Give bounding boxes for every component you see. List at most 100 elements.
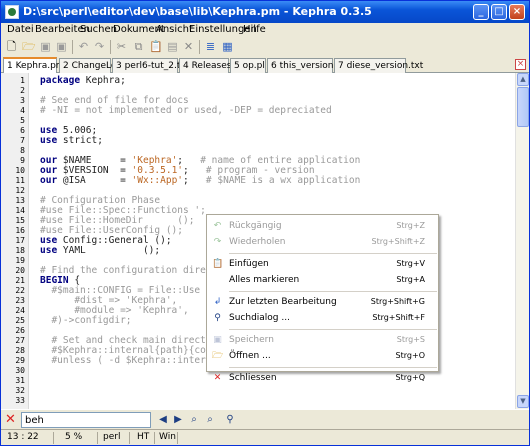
tab-op-pl[interactable]: 5 op.pl [230, 58, 266, 73]
menu-hilfe[interactable]: Hilfe [243, 24, 266, 35]
save-icon[interactable]: ▣ [39, 40, 52, 53]
line-number: 1 [20, 76, 25, 85]
document-tabs: 1 Kephra.pm 2 ChangeLog 3 perl6-tut_2.tx… [1, 57, 529, 73]
new-file-icon[interactable]: 🗋 [5, 40, 18, 53]
line-number: 26 [15, 326, 25, 335]
context-menu-item[interactable]: ✕ Schliessen Strg+Q [207, 371, 438, 387]
menu-item-label: Schliessen [229, 373, 277, 383]
line-number: 22 [15, 286, 25, 295]
menu-item-shortcut: Strg+Z [396, 221, 425, 230]
line-number: 10 [15, 166, 25, 175]
menu-separator [229, 329, 437, 330]
close-icon[interactable]: × [509, 4, 525, 20]
menu-item-shortcut: Strg+S [396, 335, 425, 344]
status-line-ending[interactable]: Win [159, 432, 176, 442]
line-number: 31 [15, 376, 25, 385]
code-token: package [40, 75, 86, 86]
status-syntax[interactable]: perl [103, 432, 120, 442]
toolbar: 🗋 🗁 ▣ ▣ ↶ ↷ ✂ ⧉ 📋 ▤ ✕ ≣ ▦ [1, 37, 529, 57]
context-menu-item[interactable]: ⚲ Suchdialog ... Strg+Shift+F [207, 311, 438, 327]
minimize-icon[interactable]: _ [473, 4, 489, 20]
menu-suchen[interactable]: Suchen [80, 24, 117, 35]
line-number: 33 [15, 396, 25, 405]
context-menu-item[interactable]: Alles markieren Strg+A [207, 273, 438, 289]
search-dialog-icon[interactable]: ⚲ [223, 413, 237, 427]
save-all-icon[interactable]: ▣ [55, 40, 68, 53]
redo-icon: ↷ [213, 237, 222, 247]
open-file-icon: 🗁 [212, 351, 224, 361]
find-last-icon[interactable]: ⌕ [203, 413, 217, 427]
menu-separator [229, 253, 437, 254]
tab-diese-version[interactable]: 7 diese_version.txt [334, 58, 423, 73]
code-token: # -NI = not implemented or used, -DEP = … [40, 105, 332, 116]
context-menu-item[interactable]: ▣ Speichern Strg+S [207, 333, 438, 349]
menu-item-shortcut: Strg+V [396, 259, 425, 268]
paste-icon[interactable]: 📋 [149, 40, 163, 53]
line-number: 5 [20, 116, 25, 125]
menu-item-label: Zur letzten Bearbeitung [229, 297, 337, 307]
scroll-up-icon[interactable]: ▲ [517, 73, 529, 86]
line-number: 2 [20, 86, 25, 95]
context-menu-item[interactable]: ↷ Wiederholen Strg+Shift+Z [207, 235, 438, 251]
title-bar[interactable]: D:\src\perl\editor\dev\base\lib\Kephra.p… [1, 1, 529, 23]
code-token: @ISA = [62, 175, 132, 186]
tab-releases[interactable]: 4 Releases [179, 58, 231, 73]
line-number: 19 [15, 256, 25, 265]
menu-item-shortcut: Strg+O [395, 351, 425, 360]
context-menu-item[interactable]: 🗁 Öffnen ... Strg+O [207, 349, 438, 365]
code-token: our [40, 175, 63, 186]
find-next-icon[interactable]: ▶ [171, 413, 185, 427]
line-number: 4 [20, 106, 25, 115]
scroll-thumb[interactable] [517, 87, 529, 127]
context-menu-item[interactable]: ↶ Rückgängig Strg+Z [207, 219, 438, 235]
menu-item-shortcut: Strg+Shift+G [370, 297, 425, 306]
search-icon: ⚲ [214, 313, 221, 323]
code-token: Kephra; [85, 75, 126, 86]
menu-ansicht[interactable]: Ansicht [156, 24, 193, 35]
goto-last-edit-icon: ↲ [213, 297, 222, 307]
close-tab-icon[interactable]: × [515, 59, 526, 70]
menu-item-label: Wiederholen [229, 237, 286, 247]
tab-perl6-tut[interactable]: 3 perl6-tut_2.txt [112, 58, 189, 73]
code-line: #)->configdir; [40, 316, 131, 326]
delete-icon[interactable]: ✕ [182, 40, 195, 53]
scroll-down-icon[interactable]: ▼ [517, 395, 529, 408]
find-first-icon[interactable]: ⌕ [187, 413, 201, 427]
context-menu-item[interactable]: ↲ Zur letzten Bearbeitung Strg+Shift+G [207, 295, 438, 311]
close-file-icon: ✕ [213, 373, 222, 383]
search-bar: ✕ ◀ ▶ ⌕ ⌕ ⚲ [1, 409, 529, 429]
code-token: ; [183, 175, 206, 186]
tab-kephra-pm[interactable]: 1 Kephra.pm [3, 57, 65, 73]
search-input[interactable] [21, 412, 151, 428]
line-number: 23 [15, 296, 25, 305]
line-number: 30 [15, 366, 25, 375]
cut-icon[interactable]: ✂ [115, 40, 128, 53]
app-icon [5, 5, 19, 19]
code-token: 'Wx::App' [131, 175, 184, 186]
undo-icon[interactable]: ↶ [77, 40, 90, 53]
tab-changelog[interactable]: 2 ChangeLog [59, 58, 122, 73]
status-bar: 13 : 22 5 % perl HT Win [1, 429, 529, 445]
line-number: 25 [15, 316, 25, 325]
status-tab-mode[interactable]: HT [137, 432, 149, 442]
menu-separator [229, 291, 437, 292]
menu-item-label: Rückgängig [229, 221, 282, 231]
menu-datei[interactable]: Datei [7, 24, 34, 35]
vertical-scrollbar[interactable]: ▲ ▼ [515, 73, 529, 409]
status-percent: 5 % [65, 432, 83, 442]
tab-this-version[interactable]: 6 this_version.txt [267, 58, 349, 73]
run-icon[interactable]: ≣ [204, 40, 217, 53]
find-previous-icon[interactable]: ◀ [156, 413, 170, 427]
context-menu-item[interactable]: 📋 Einfügen Strg+V [207, 257, 438, 273]
copy-icon[interactable]: ⧉ [132, 40, 145, 53]
redo-icon[interactable]: ↷ [93, 40, 106, 53]
close-search-icon[interactable]: ✕ [5, 413, 16, 426]
line-number: 27 [15, 336, 25, 345]
line-number: 28 [15, 346, 25, 355]
code-token: use [40, 135, 63, 146]
menu-item-shortcut: Strg+Shift+F [372, 313, 425, 322]
settings-icon[interactable]: ▦ [221, 40, 234, 53]
open-file-icon[interactable]: 🗁 [22, 40, 36, 53]
maximize-icon[interactable]: □ [491, 4, 507, 20]
clear-icon[interactable]: ▤ [166, 40, 179, 53]
